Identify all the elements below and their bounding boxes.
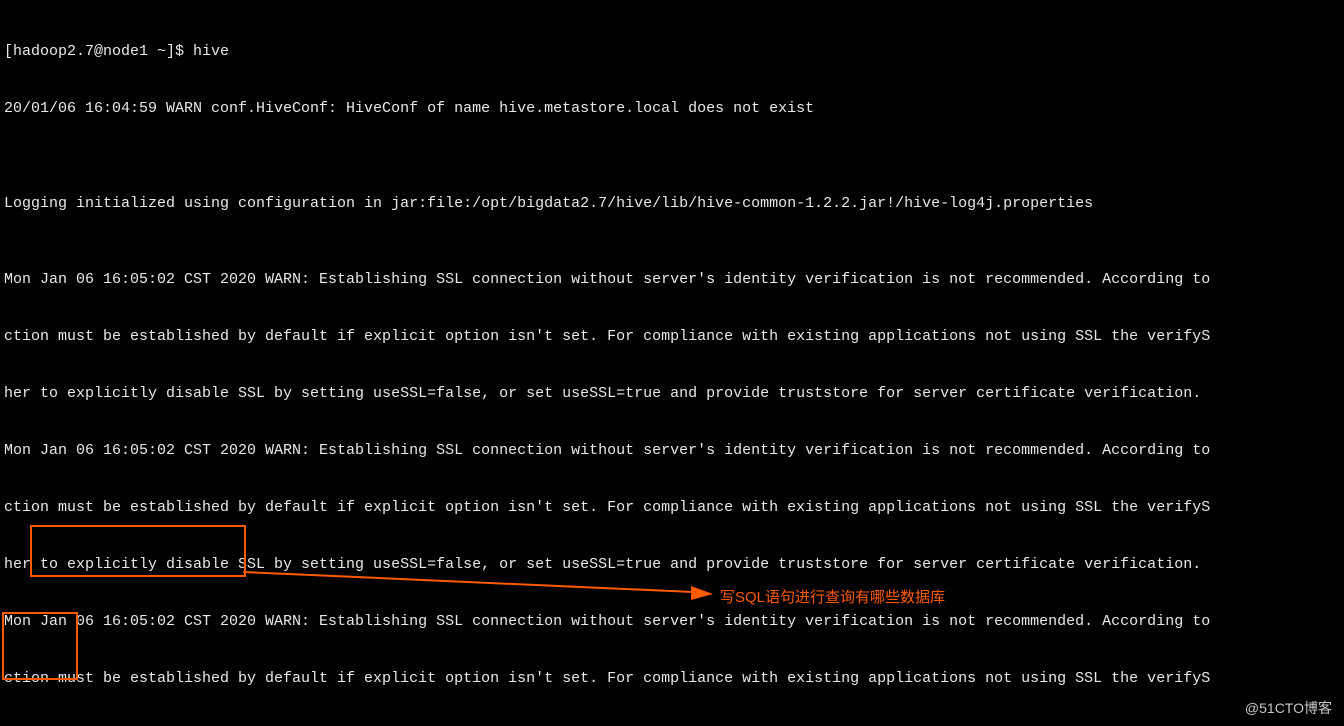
ssl-warn-line: her to explicitly disable SSL by setting…: [4, 384, 1342, 403]
ssl-warn-line: Mon Jan 06 16:05:02 CST 2020 WARN: Estab…: [4, 612, 1342, 631]
ssl-warn-line: ction must be established by default if …: [4, 669, 1342, 688]
ssl-warn-line: her to explicitly disable SSL by setting…: [4, 555, 1342, 574]
logging-line: Logging initialized using configuration …: [4, 194, 1342, 213]
shell-prompt-line: [hadoop2.7@node1 ~]$ hive: [4, 42, 1342, 61]
ssl-warn-line: ction must be established by default if …: [4, 327, 1342, 346]
warn-line: 20/01/06 16:04:59 WARN conf.HiveConf: Hi…: [4, 99, 1342, 118]
terminal-output[interactable]: [hadoop2.7@node1 ~]$ hive 20/01/06 16:04…: [0, 0, 1344, 726]
watermark-text: @51CTO博客: [1245, 699, 1332, 718]
ssl-warn-line: Mon Jan 06 16:05:02 CST 2020 WARN: Estab…: [4, 441, 1342, 460]
ssl-warn-line: Mon Jan 06 16:05:02 CST 2020 WARN: Estab…: [4, 270, 1342, 289]
ssl-warn-line: ction must be established by default if …: [4, 498, 1342, 517]
